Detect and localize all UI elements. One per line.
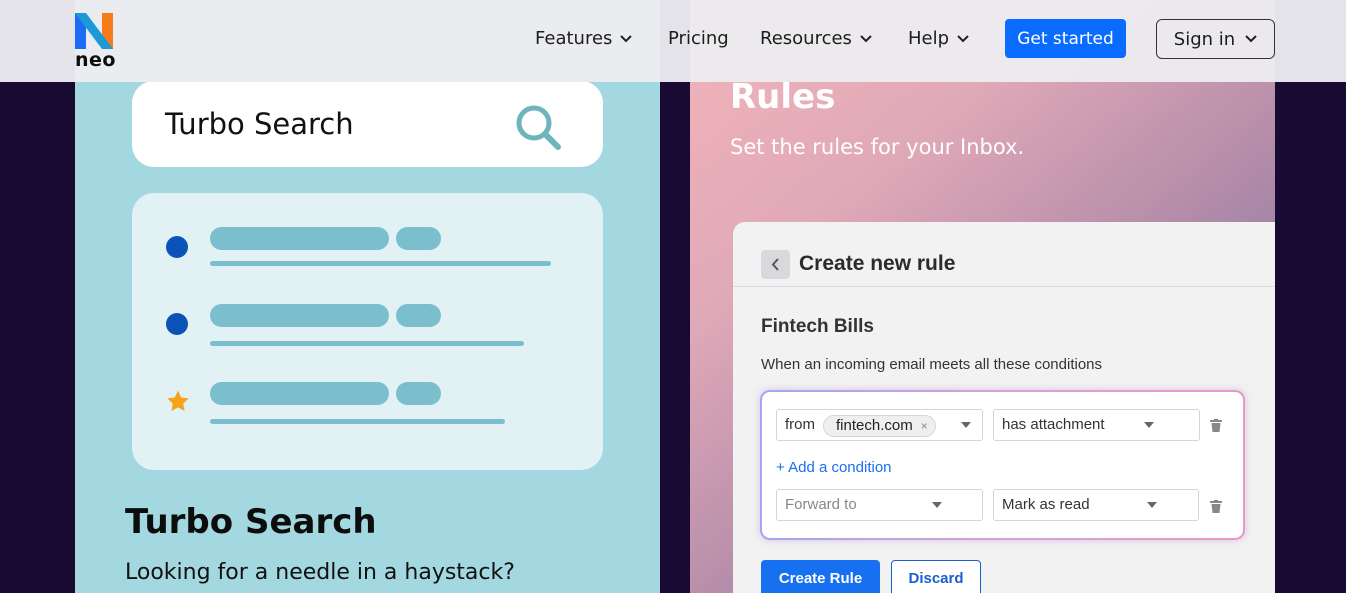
neo-logo-icon[interactable] [75,13,113,49]
nav-help-label: Help [908,28,950,49]
condition-operator-select[interactable]: has attachment [993,409,1200,441]
placeholder-bar [396,227,441,250]
star-icon [167,390,189,411]
rules-card: Rules Set the rules for your Inbox. Crea… [690,0,1275,593]
turbo-search-description: Looking for a needle in a haystack? [125,560,515,585]
chevron-down-icon [620,34,633,42]
search-bar-label: Turbo Search [165,107,354,141]
create-rule-panel: Create new rule Fintech Bills When an in… [733,222,1275,593]
condition-operator-value: has attachment [1002,416,1105,433]
caret-down-icon [932,502,942,508]
turbo-search-heading: Turbo Search [125,502,377,542]
placeholder-line [210,341,524,346]
nav-pricing[interactable]: Pricing [668,28,729,49]
placeholder-bar [396,304,441,327]
placeholder-bar [210,227,389,250]
placeholder-bar [396,382,441,405]
sign-in-label: Sign in [1173,28,1236,50]
turbo-search-card: Turbo Search Turbo Search Looking for a … [75,0,660,593]
nav-help[interactable]: Help [908,28,969,49]
get-started-button[interactable]: Get started [1005,19,1126,58]
rule-name: Fintech Bills [761,316,874,337]
search-results-illustration [132,193,603,470]
nav-resources[interactable]: Resources [760,28,872,49]
back-button[interactable] [761,250,790,279]
logo-text[interactable]: neo [75,49,116,71]
chevron-down-icon [1245,35,1257,43]
turbo-search-bar-illustration: Turbo Search [132,81,603,167]
dot-icon [166,313,188,335]
caret-down-icon [961,422,971,428]
discard-button[interactable]: Discard [891,560,981,593]
search-icon [516,105,561,150]
caret-down-icon [1144,422,1154,428]
top-navbar: neo Features Pricing Resources Help Get … [0,0,1346,82]
conditions-box: from fintech.com × has attachment + Add … [760,390,1245,540]
rules-heading: Rules [730,77,836,117]
chip-value: fintech.com [836,417,913,434]
sign-in-button[interactable]: Sign in [1156,19,1275,59]
placeholder-bar [210,382,389,405]
chevron-left-icon [771,258,779,271]
rules-subheading: Set the rules for your Inbox. [730,135,1025,159]
trash-icon[interactable] [1210,419,1222,432]
chevron-down-icon [860,34,872,42]
rule-conditions-description: When an incoming email meets all these c… [761,356,1103,373]
nav-features-label: Features [535,28,613,49]
action-value: Mark as read [1002,496,1090,513]
action-select[interactable]: Forward to [776,489,983,521]
trash-icon[interactable] [1210,500,1222,513]
add-condition-link[interactable]: + Add a condition [776,459,892,476]
nav-resources-label: Resources [760,28,852,49]
dot-icon [166,236,188,258]
placeholder-line [210,261,551,266]
action-value-select[interactable]: Mark as read [993,489,1199,521]
condition-field-prefix: from [785,416,815,433]
chevron-down-icon [957,34,969,42]
placeholder-bar [210,304,389,327]
create-rule-button[interactable]: Create Rule [761,560,880,593]
nav-pricing-label: Pricing [668,28,729,49]
panel-title: Create new rule [799,252,956,275]
condition-field-select[interactable]: from fintech.com × [776,409,983,441]
action-placeholder: Forward to [785,496,857,513]
placeholder-line [210,419,505,424]
nav-features[interactable]: Features [535,28,633,49]
chip-remove-icon[interactable]: × [921,416,928,436]
sender-chip: fintech.com × [823,415,936,437]
caret-down-icon [1147,502,1157,508]
panel-header: Create new rule [733,222,1275,287]
